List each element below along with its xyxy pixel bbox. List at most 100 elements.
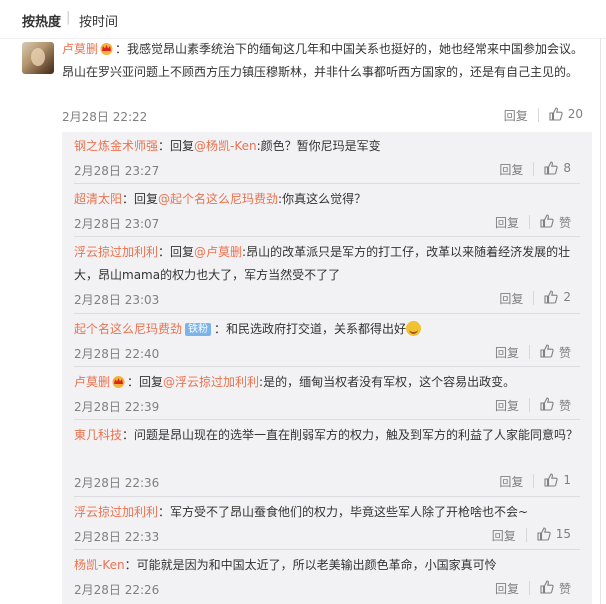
thumb-up-icon[interactable]: [540, 397, 554, 411]
reply-actions: 回复 1: [499, 473, 571, 489]
mention-link[interactable]: @杨凯-Ken: [194, 139, 257, 153]
reply-timestamp: 2月28日 22:36: [74, 476, 160, 490]
reply-body: ：和民选政府打交道，关系都得出好: [214, 322, 407, 336]
reply-username[interactable]: 卢莫删: [74, 375, 110, 389]
thumb-up-icon[interactable]: [537, 527, 551, 541]
reply-timestamp: 2月28日 22:33: [74, 530, 160, 544]
reply-button[interactable]: 回复: [495, 580, 519, 597]
thumb-up-icon[interactable]: [544, 161, 558, 175]
reply-timestamp: 2月28日 22:40: [74, 347, 160, 361]
action-divider: [533, 162, 535, 176]
reply-timestamp: 2月28日 23:27: [74, 164, 160, 178]
thumb-up-icon[interactable]: [544, 473, 558, 487]
like-count[interactable]: 8: [563, 161, 571, 175]
reply-body: :颜色？暂你尼玛是军变: [256, 139, 381, 153]
reply-actions: 回复 15: [492, 527, 571, 543]
mention-link[interactable]: @浮云掠过加利利: [163, 375, 259, 389]
reply-prefix: ：回复: [158, 139, 195, 153]
reply-timestamp: 2月28日 22:26: [74, 583, 160, 597]
reply-separator: [74, 313, 580, 314]
reply-actions: 回复 赞: [495, 214, 571, 230]
reply-button[interactable]: 回复: [495, 344, 519, 361]
like-count[interactable]: 20: [568, 107, 583, 121]
reply-body: :你真这么觉得？: [278, 192, 367, 206]
reply-username[interactable]: 東几科技: [74, 428, 122, 442]
reply-username[interactable]: 杨凯-Ken: [74, 558, 125, 572]
reply-text: 起个名这么尼玛费劲 铁粉 ：和民选政府打交道，关系都得出好: [74, 318, 582, 341]
reply-prefix: ：回复: [127, 375, 164, 389]
reply-username[interactable]: 浮云掠过加利利: [74, 505, 158, 519]
avatar[interactable]: [22, 42, 54, 74]
reply-body: :是的，缅甸当权者没有军权，这个容易出政变。: [259, 375, 516, 389]
crown-icon: [112, 376, 125, 388]
reply-button[interactable]: 回复: [499, 473, 523, 490]
reply-text: 卢莫删 ：回复@浮云掠过加利利:是的，缅甸当权者没有军权，这个容易出政变。: [74, 371, 582, 394]
reply-username[interactable]: 浮云掠过加利利: [74, 245, 158, 259]
sort-by-hot-tab[interactable]: 按热度: [22, 11, 61, 30]
mention-link[interactable]: @卢莫删: [194, 245, 242, 259]
sort-by-time-tab[interactable]: 按时间: [79, 11, 118, 30]
reply-actions: 回复 赞: [495, 580, 571, 596]
sort-bar: 按热度 | 按时间: [0, 0, 606, 39]
mention-link[interactable]: @起个名这么尼玛费劲: [158, 192, 278, 206]
reply-username[interactable]: 起个名这么尼玛费劲: [74, 322, 182, 336]
like-count[interactable]: 1: [563, 473, 571, 487]
action-divider: [528, 581, 530, 595]
reply-separator: [74, 366, 580, 367]
reply-body: ：军方受不了昂山蚕食他们的权力，毕竟这些军人除了开枪啥也不会~: [158, 505, 529, 519]
reply-text: 超清太阳：回复@起个名这么尼玛费劲:你真这么觉得？: [74, 188, 582, 211]
reply-body: ：问题是昂山现在的选举一直在削弱军方的权力，触及到军方的利益了人家能同意吗？: [122, 428, 579, 442]
reply-actions: 回复 2: [499, 290, 571, 306]
comment-actions: 回复 20: [504, 107, 583, 123]
action-divider: [525, 528, 527, 542]
action-divider: [533, 291, 535, 305]
action-divider: [528, 215, 530, 229]
reply-text: 浮云掠过加利利：军方受不了昂山蚕食他们的权力，毕竟这些军人除了开枪啥也不会~: [74, 501, 582, 524]
reply-timestamp: 2月28日 22:39: [74, 400, 160, 414]
right-border: [600, 38, 601, 604]
comment-body: ：我感觉昂山素季统治下的缅甸这几年和中国关系也挺好的，她也经常来中国参加会议。昂…: [62, 42, 584, 79]
reply-button[interactable]: 回复: [499, 161, 523, 178]
reply-actions: 回复 赞: [495, 344, 571, 360]
like-count[interactable]: 赞: [559, 214, 571, 231]
thumb-up-icon[interactable]: [549, 107, 563, 121]
reply-prefix: ：回复: [122, 192, 159, 206]
thumb-up-icon[interactable]: [540, 344, 554, 358]
like-count[interactable]: 赞: [559, 397, 571, 414]
reply-actions: 回复 赞: [495, 397, 571, 413]
fan-badge: 铁粉: [185, 323, 212, 336]
sort-separator: |: [66, 10, 71, 25]
comment-username[interactable]: 卢莫删: [62, 42, 98, 56]
comment-timestamp: 2月28日 22:22: [62, 110, 148, 124]
thumb-up-icon[interactable]: [540, 214, 554, 228]
smile-emoji-icon: [406, 321, 422, 336]
reply-actions: 回复 8: [499, 161, 571, 177]
reply-timestamp: 2月28日 23:03: [74, 293, 160, 307]
reply-button[interactable]: 回复: [492, 527, 516, 544]
like-count[interactable]: 15: [556, 527, 571, 541]
reply-body: ：可能就是因为和中国太近了，所以老美输出颜色革命，小国家真可怜: [124, 558, 497, 572]
like-count[interactable]: 赞: [559, 344, 571, 361]
thumb-up-icon[interactable]: [544, 290, 558, 304]
reply-button[interactable]: 回复: [504, 107, 528, 124]
comment-text: 卢莫删 ：我感觉昂山素季统治下的缅甸这几年和中国关系也挺好的，她也经常来中国参加会…: [62, 38, 592, 83]
like-count[interactable]: 赞: [559, 580, 571, 597]
reply-timestamp: 2月28日 23:07: [74, 217, 160, 231]
crown-icon: [100, 43, 113, 55]
reply-username[interactable]: 超清太阳: [74, 192, 122, 206]
reply-button[interactable]: 回复: [495, 397, 519, 414]
reply-button[interactable]: 回复: [495, 214, 519, 231]
action-divider: [537, 108, 539, 122]
reply-username[interactable]: 钢之炼金术师强: [74, 139, 158, 153]
reply-separator: [74, 549, 580, 550]
action-divider: [528, 398, 530, 412]
reply-text: 浮云掠过加利利：回复@卢莫删:昂山的改革派只是军方的打工仔，改革以来随着经济发展…: [74, 241, 582, 286]
reply-separator: [74, 183, 580, 184]
reply-text: 杨凯-Ken：可能就是因为和中国太近了，所以老美输出颜色革命，小国家真可怜: [74, 554, 582, 577]
reply-separator: [74, 419, 580, 420]
thumb-up-icon[interactable]: [540, 580, 554, 594]
reply-button[interactable]: 回复: [499, 290, 523, 307]
reply-text: 钢之炼金术师强：回复@杨凯-Ken:颜色？暂你尼玛是军变: [74, 135, 582, 158]
reply-text: 東几科技：问题是昂山现在的选举一直在削弱军方的权力，触及到军方的利益了人家能同意…: [74, 424, 582, 447]
like-count[interactable]: 2: [563, 290, 571, 304]
